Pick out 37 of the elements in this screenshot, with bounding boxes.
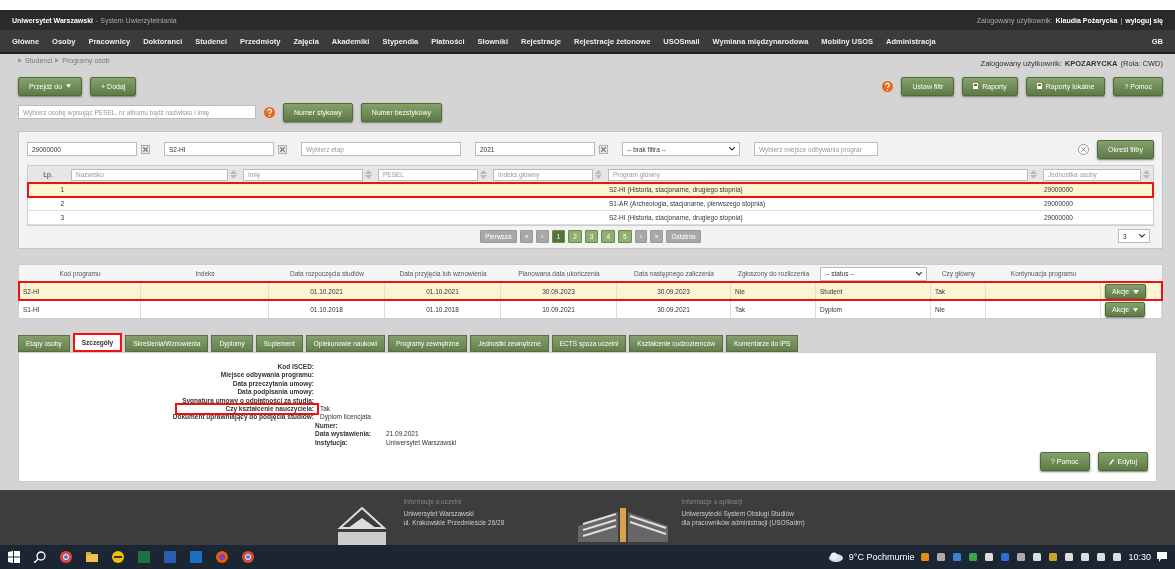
help-icon[interactable]	[264, 106, 275, 118]
tray-icon[interactable]	[1016, 552, 1027, 562]
tray-icon[interactable]	[1032, 552, 1043, 562]
tray-icon[interactable]	[936, 552, 947, 562]
browser-icon[interactable]	[60, 551, 72, 563]
tray-icon[interactable]	[920, 552, 931, 562]
clear-icon[interactable]	[599, 144, 608, 154]
help-icon[interactable]	[882, 80, 894, 92]
chevron-down-icon	[1139, 234, 1145, 238]
pencil-icon	[1108, 458, 1114, 465]
clock-time[interactable]: 10:30	[1128, 552, 1151, 562]
clear-icon[interactable]	[1078, 143, 1089, 155]
search-icon[interactable]	[34, 551, 46, 563]
chevron-icon	[55, 58, 60, 63]
folder-icon[interactable]	[86, 551, 98, 563]
tray-icon[interactable]	[1064, 552, 1075, 562]
report-icon	[973, 83, 979, 89]
chevron-down-icon	[916, 271, 922, 276]
tray-icon[interactable]	[984, 552, 995, 562]
tray-icon[interactable]	[1096, 552, 1107, 562]
tray-icon[interactable]	[1048, 552, 1059, 562]
chevron-down-icon	[729, 147, 735, 151]
cloud-icon[interactable]	[826, 552, 843, 562]
weather-text[interactable]: 9°C Pochmurnie	[848, 552, 915, 562]
browser-icon[interactable]	[242, 551, 254, 563]
clear-icon[interactable]	[278, 144, 287, 154]
tray-icon[interactable]	[968, 552, 979, 562]
caret-icon	[1133, 289, 1140, 294]
caret-icon	[66, 84, 72, 88]
notification-icon[interactable]	[1157, 552, 1167, 562]
tray-icon[interactable]	[1112, 552, 1123, 562]
clear-icon[interactable]	[141, 144, 150, 154]
chevron-icon	[18, 58, 22, 63]
report-icon	[1036, 83, 1042, 89]
start-icon[interactable]	[8, 551, 20, 563]
caret-icon	[1133, 307, 1139, 312]
tray-icon[interactable]	[1080, 552, 1091, 562]
